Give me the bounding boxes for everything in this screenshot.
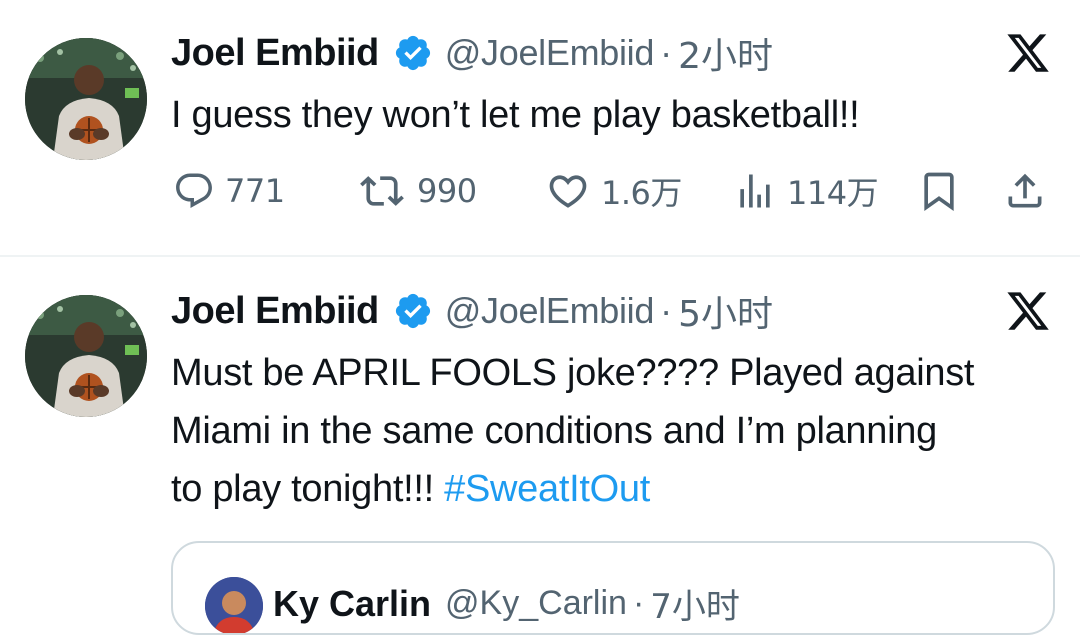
tweet-time[interactable]: 5小时 bbox=[678, 285, 773, 337]
author-avatar[interactable] bbox=[25, 38, 147, 160]
share-button[interactable] bbox=[1003, 166, 1047, 216]
hashtag-link[interactable]: #SweatItOut bbox=[444, 468, 650, 510]
bookmark-icon bbox=[917, 169, 961, 213]
avatar-image bbox=[25, 38, 147, 160]
view-count: 114万 bbox=[787, 174, 879, 212]
tweet-text-segment: to play tonight!!! bbox=[171, 468, 445, 510]
author-name[interactable]: Joel Embiid bbox=[171, 290, 379, 333]
x-logo-icon bbox=[1004, 30, 1052, 76]
author-name[interactable]: Joel Embiid bbox=[171, 32, 379, 75]
author-avatar[interactable] bbox=[25, 295, 147, 417]
tweet-header: Joel Embiid @JoelEmbiid · 2小时 bbox=[171, 28, 773, 78]
quoted-tweet-header: Ky Carlin @Ky_Carlin · 7小时 bbox=[273, 579, 740, 628]
share-icon bbox=[1003, 169, 1047, 213]
quoted-author-avatar[interactable] bbox=[205, 577, 263, 633]
quoted-author-handle[interactable]: @Ky_Carlin bbox=[445, 584, 627, 623]
tweet-text-line: to play tonight!!! #SweatItOut bbox=[171, 460, 1051, 518]
tweet-divider bbox=[0, 255, 1080, 257]
like-count: 1.6万 bbox=[601, 174, 682, 212]
retweet-count: 990 bbox=[417, 172, 477, 210]
separator-dot: · bbox=[660, 290, 673, 331]
views-button[interactable]: 114万 bbox=[733, 166, 879, 216]
tweet-header: Joel Embiid @JoelEmbiid · 5小时 bbox=[171, 286, 773, 336]
reply-button[interactable]: 771 bbox=[173, 166, 285, 216]
retweet-icon bbox=[357, 169, 407, 213]
tweet-text-line: Must be APRIL FOOLS joke???? Played agai… bbox=[171, 352, 975, 394]
bookmark-button[interactable] bbox=[917, 166, 961, 216]
avatar-image bbox=[205, 577, 263, 633]
reply-icon bbox=[173, 170, 215, 212]
retweet-button[interactable]: 990 bbox=[357, 166, 477, 216]
tweet-text-line: Miami in the same conditions and I’m pla… bbox=[171, 410, 937, 452]
like-button[interactable]: 1.6万 bbox=[545, 166, 682, 216]
quoted-tweet[interactable]: Ky Carlin @Ky_Carlin · 7小时 bbox=[171, 541, 1055, 635]
analytics-bars-icon bbox=[733, 169, 777, 213]
tweet[interactable]: Joel Embiid @JoelEmbiid · 2小时 I guess th… bbox=[0, 0, 1080, 256]
separator-dot: · bbox=[632, 584, 645, 622]
tweet[interactable]: Joel Embiid @JoelEmbiid · 5小时 Must be AP… bbox=[0, 258, 1080, 635]
reply-count: 771 bbox=[225, 172, 285, 210]
quoted-tweet-time[interactable]: 7小时 bbox=[650, 579, 740, 628]
heart-icon bbox=[545, 169, 591, 213]
tweet-text: I guess they won’t let me play basketbal… bbox=[171, 94, 860, 136]
author-handle[interactable]: @JoelEmbiid bbox=[445, 290, 655, 332]
author-handle[interactable]: @JoelEmbiid bbox=[445, 32, 655, 74]
tweet-actions: 771 990 1.6万 114万 bbox=[171, 166, 1051, 216]
x-logo-icon bbox=[1004, 288, 1052, 334]
tweet-time[interactable]: 2小时 bbox=[678, 27, 773, 79]
quoted-author-name[interactable]: Ky Carlin bbox=[273, 583, 431, 625]
verified-badge-icon bbox=[393, 291, 433, 331]
tweet-text: Must be APRIL FOOLS joke???? Played agai… bbox=[171, 344, 1051, 518]
avatar-image bbox=[25, 295, 147, 417]
verified-badge-icon bbox=[393, 33, 433, 73]
separator-dot: · bbox=[660, 32, 673, 73]
